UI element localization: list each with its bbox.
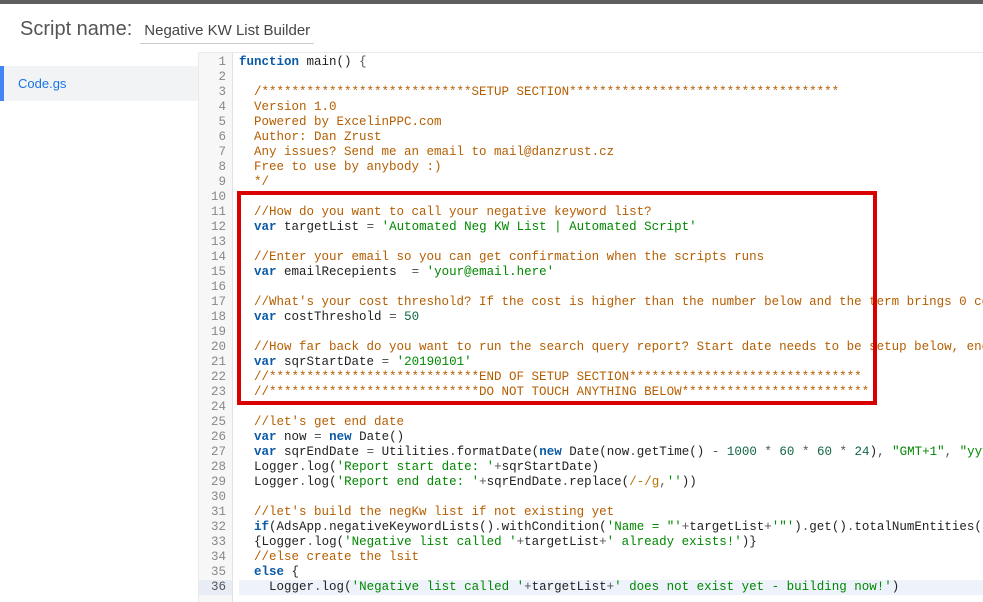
line-number: 10 xyxy=(199,190,232,205)
file-tab-code-gs[interactable]: Code.gs xyxy=(0,66,198,101)
code-line[interactable] xyxy=(239,490,983,505)
line-number: 3 xyxy=(199,85,232,100)
line-number: 9 xyxy=(199,175,232,190)
code-line[interactable]: Free to use by anybody :) xyxy=(239,160,983,175)
line-number: 13 xyxy=(199,235,232,250)
code-line[interactable]: var sqrEndDate = Utilities.formatDate(ne… xyxy=(239,445,983,460)
line-number: 19 xyxy=(199,325,232,340)
header-bar: Script name: Negative KW List Builder xyxy=(0,4,983,52)
main-area: Code.gs 12345678910111213141516171819202… xyxy=(0,52,983,602)
line-number: 36 xyxy=(199,580,232,595)
code-line[interactable] xyxy=(239,235,983,250)
line-number: 4 xyxy=(199,100,232,115)
code-line[interactable]: Logger.log('Report start date: '+sqrStar… xyxy=(239,460,983,475)
code-line[interactable]: //let's build the negKw list if not exis… xyxy=(239,505,983,520)
line-number: 11 xyxy=(199,205,232,220)
code-line[interactable]: //How far back do you want to run the se… xyxy=(239,340,983,355)
code-line[interactable]: */ xyxy=(239,175,983,190)
line-number-gutter: 1234567891011121314151617181920212223242… xyxy=(199,53,233,602)
code-line[interactable]: Logger.log('Report end date: '+sqrEndDat… xyxy=(239,475,983,490)
line-number: 1 xyxy=(199,55,232,70)
line-number: 6 xyxy=(199,130,232,145)
code-line[interactable]: //let's get end date xyxy=(239,415,983,430)
script-name-input[interactable]: Negative KW List Builder xyxy=(140,20,314,44)
code-line[interactable]: var emailRecepients = 'your@email.here' xyxy=(239,265,983,280)
line-number: 33 xyxy=(199,535,232,550)
code-line[interactable]: Version 1.0 xyxy=(239,100,983,115)
code-line[interactable]: {Logger.log('Negative list called '+targ… xyxy=(239,535,983,550)
code-line[interactable] xyxy=(239,325,983,340)
code-line[interactable]: //What's your cost threshold? If the cos… xyxy=(239,295,983,310)
line-number: 32 xyxy=(199,520,232,535)
code-line[interactable]: //How do you want to call your negative … xyxy=(239,205,983,220)
code-line[interactable]: //****************************END OF SET… xyxy=(239,370,983,385)
line-number: 2 xyxy=(199,70,232,85)
code-line[interactable] xyxy=(239,70,983,85)
code-line[interactable]: Any issues? Send me an email to mail@dan… xyxy=(239,145,983,160)
line-number: 18 xyxy=(199,310,232,325)
line-number: 29 xyxy=(199,475,232,490)
line-number: 24 xyxy=(199,400,232,415)
line-number: 30 xyxy=(199,490,232,505)
line-number: 8 xyxy=(199,160,232,175)
line-number: 26 xyxy=(199,430,232,445)
code-area[interactable]: function main() { /*********************… xyxy=(233,53,983,602)
line-number: 7 xyxy=(199,145,232,160)
line-number: 34 xyxy=(199,550,232,565)
line-number: 23 xyxy=(199,385,232,400)
line-number: 12 xyxy=(199,220,232,235)
line-number: 35 xyxy=(199,565,232,580)
code-line[interactable]: function main() { xyxy=(239,55,983,70)
code-line[interactable] xyxy=(239,190,983,205)
line-number: 5 xyxy=(199,115,232,130)
line-number: 22 xyxy=(199,370,232,385)
line-number: 27 xyxy=(199,445,232,460)
line-number: 25 xyxy=(199,415,232,430)
code-line[interactable]: Logger.log('Negative list called '+targe… xyxy=(239,580,983,595)
line-number: 16 xyxy=(199,280,232,295)
line-number: 15 xyxy=(199,265,232,280)
file-sidebar: Code.gs xyxy=(0,52,198,602)
code-line[interactable]: Author: Dan Zrust xyxy=(239,130,983,145)
line-number: 14 xyxy=(199,250,232,265)
code-line[interactable]: //else create the lsit xyxy=(239,550,983,565)
line-number: 31 xyxy=(199,505,232,520)
code-line[interactable] xyxy=(239,400,983,415)
line-number: 28 xyxy=(199,460,232,475)
code-line[interactable]: //Enter your email so you can get confir… xyxy=(239,250,983,265)
code-editor[interactable]: 1234567891011121314151617181920212223242… xyxy=(198,52,983,602)
code-line[interactable]: /****************************SETUP SECTI… xyxy=(239,85,983,100)
line-number: 20 xyxy=(199,340,232,355)
script-name-label: Script name: xyxy=(20,18,132,41)
code-line[interactable]: var costThreshold = 50 xyxy=(239,310,983,325)
code-line[interactable]: //****************************DO NOT TOU… xyxy=(239,385,983,400)
line-number: 21 xyxy=(199,355,232,370)
code-line[interactable]: else { xyxy=(239,565,983,580)
code-line[interactable] xyxy=(239,280,983,295)
code-line[interactable]: var sqrStartDate = '20190101' xyxy=(239,355,983,370)
code-line[interactable]: var now = new Date() xyxy=(239,430,983,445)
code-line[interactable]: var targetList = 'Automated Neg KW List … xyxy=(239,220,983,235)
code-line[interactable]: if(AdsApp.negativeKeywordLists().withCon… xyxy=(239,520,983,535)
code-line[interactable]: Powered by ExcelinPPC.com xyxy=(239,115,983,130)
line-number: 17 xyxy=(199,295,232,310)
